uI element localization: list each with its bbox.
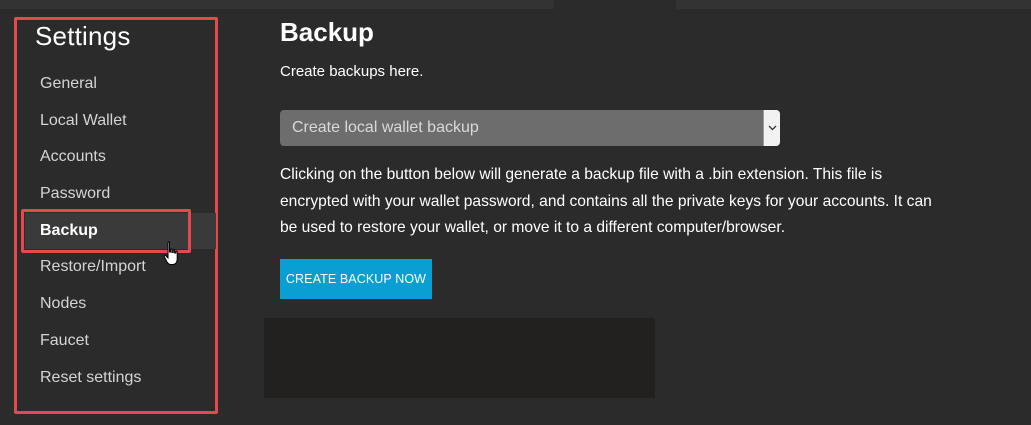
backup-type-select[interactable]: Create local wallet backup — [280, 110, 780, 146]
sidebar-item-faucet[interactable]: Faucet — [17, 323, 215, 360]
sidebar-item-password[interactable]: Password — [17, 176, 215, 213]
sidebar-item-reset-settings[interactable]: Reset settings — [17, 360, 215, 397]
sidebar-item-general[interactable]: General — [17, 66, 215, 103]
chevron-down-icon[interactable] — [763, 110, 780, 146]
backup-output-area — [264, 318, 655, 398]
top-bar-right — [676, 0, 1031, 9]
sidebar-item-local-wallet[interactable]: Local Wallet — [17, 103, 215, 140]
sidebar-item-backup[interactable]: Backup — [21, 208, 216, 253]
backup-type-select-value: Create local wallet backup — [292, 119, 479, 136]
settings-sidebar: Settings General Local Wallet Accounts P… — [14, 17, 218, 414]
backup-description: Clicking on the button below will genera… — [280, 166, 932, 236]
page-title: Backup — [280, 17, 374, 47]
top-bar-left — [0, 0, 554, 9]
app-window: Settings General Local Wallet Accounts P… — [0, 0, 1031, 425]
hand-pointer-icon — [163, 241, 178, 265]
sidebar-item-nodes[interactable]: Nodes — [17, 286, 215, 323]
create-backup-button[interactable]: CREATE BACKUP NOW — [280, 259, 432, 299]
page-subtitle: Create backups here. — [280, 63, 424, 80]
sidebar-item-backup-label: Backup — [40, 221, 98, 239]
settings-nav: General Local Wallet Accounts Password B… — [17, 66, 216, 397]
sidebar-item-restore-import[interactable]: Restore/Import — [17, 249, 215, 286]
sidebar-item-accounts[interactable]: Accounts — [17, 139, 215, 176]
sidebar-title: Settings — [35, 21, 131, 51]
